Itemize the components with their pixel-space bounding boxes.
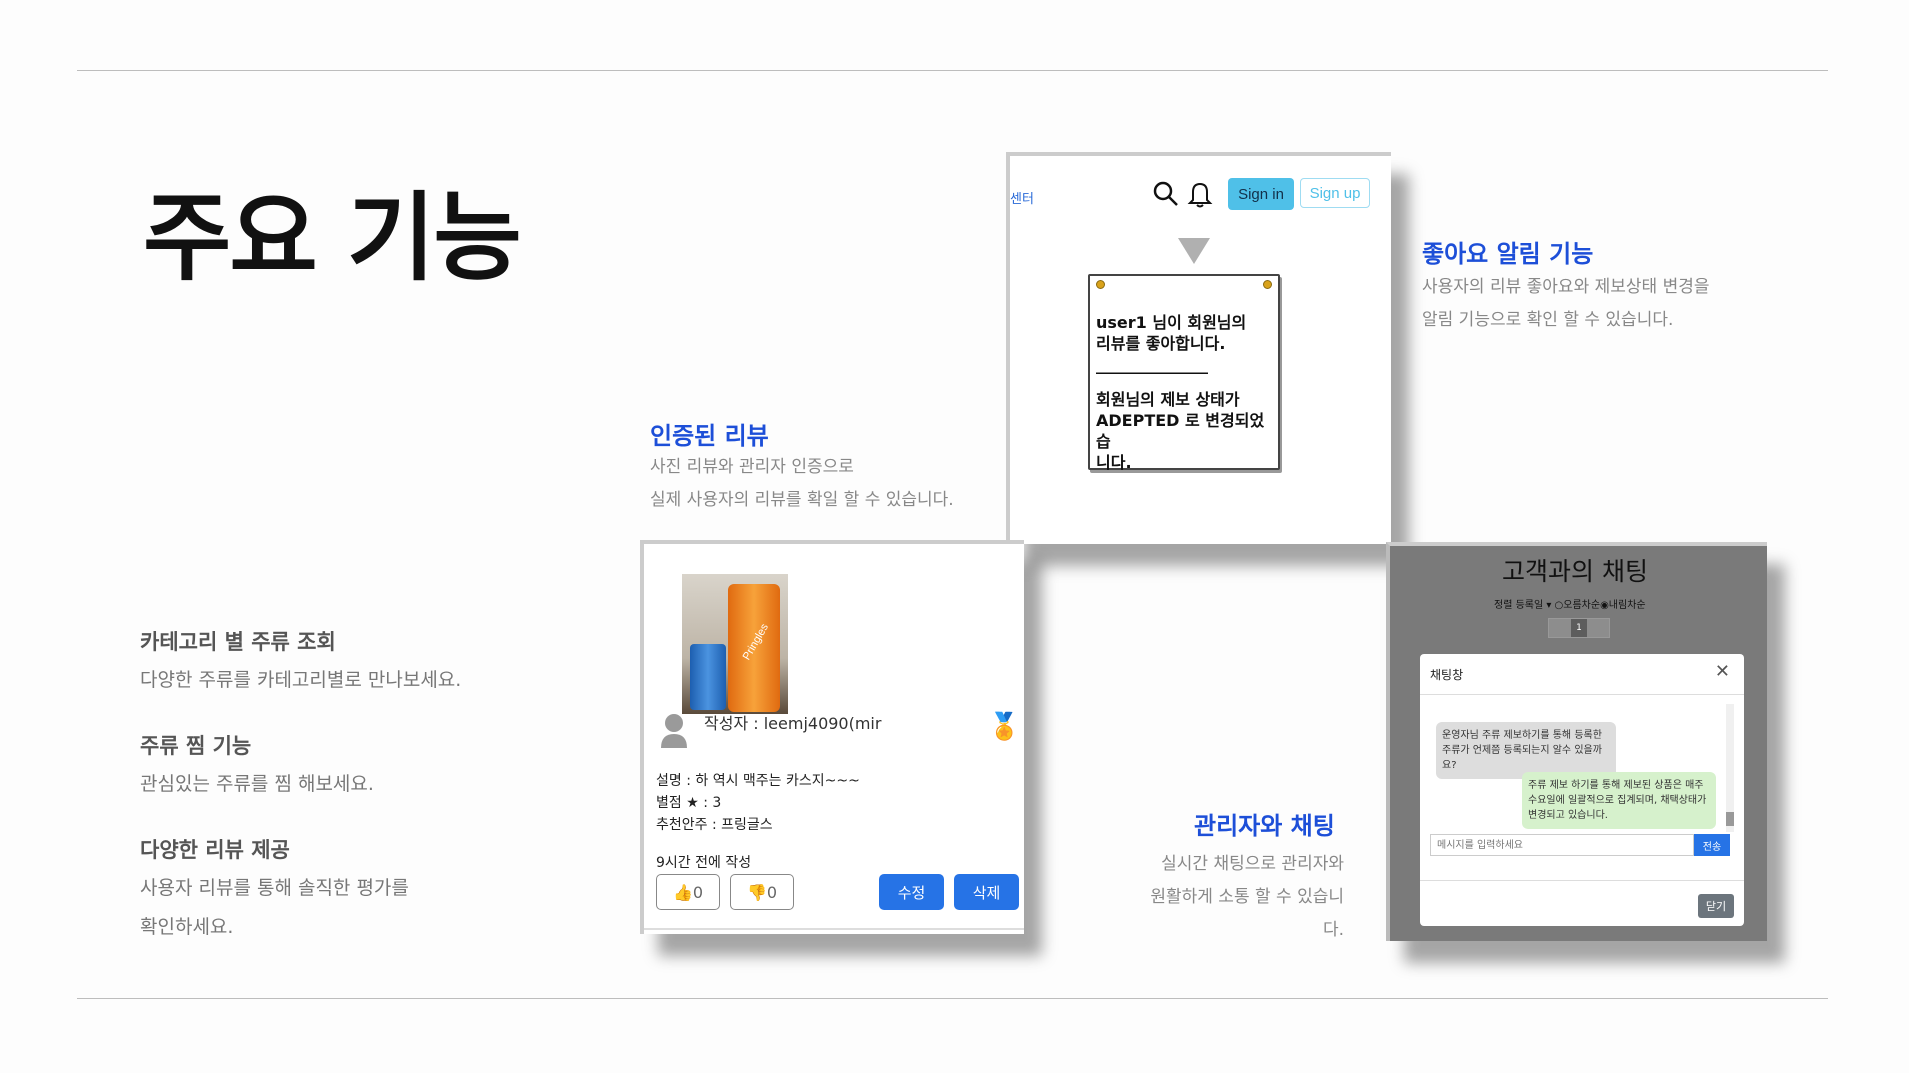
chat-scrollbar[interactable]	[1726, 704, 1734, 832]
modal-header-divider	[1420, 694, 1744, 695]
nav-fragment[interactable]: 센터	[1010, 188, 1034, 207]
pin-icon	[1096, 280, 1105, 289]
user-message-bubble: 운영자님 주류 제보하기를 통해 등록한 주류가 언제쯤 등록되는지 알수 있을…	[1436, 722, 1616, 779]
sort-controls[interactable]: 정렬 등록일 ▾ ○오름차순◉내림차순	[1494, 596, 1646, 611]
search-icon[interactable]	[1152, 180, 1180, 208]
beer-can-image	[690, 644, 726, 710]
chat-page-title: 고객과의 채팅	[1502, 557, 1648, 586]
close-icon[interactable]: ✕	[1709, 660, 1736, 683]
pringles-can-image: Pringles	[728, 584, 780, 712]
like-alert-heading: 좋아요 알림 기능	[1422, 240, 1594, 268]
review-rating: 별점 ★ : 3	[656, 795, 722, 811]
verified-review-heading: 인증된 리뷰	[650, 422, 769, 450]
review-pairing: 추천안주 : 프링글스	[656, 817, 773, 833]
pringles-label: Pringles	[740, 621, 772, 663]
feature-heading: 카테고리 별 주류 조회	[140, 630, 336, 654]
review-description: 설명 : 하 역시 맥주는 카스지~~~	[656, 773, 860, 789]
edit-button[interactable]: 수정	[879, 874, 944, 910]
feature-desc: 사용자 리뷰를 통해 솔직한 평가를 확인하세요.	[140, 877, 409, 938]
admin-chat-heading: 관리자와 채팅	[1194, 812, 1335, 840]
status-notification[interactable]: 회원님의 제보 상태가 ADEPTED 로 변경되었습 니다.	[1096, 389, 1278, 473]
review-time: 9시간 전에 작성	[656, 855, 752, 871]
chat-modal: 채팅창 ✕ 운영자님 주류 제보하기를 통해 등록한 주류가 언제쯤 등록되는지…	[1420, 654, 1744, 926]
page-number[interactable]: 1	[1571, 619, 1587, 637]
review-screenshot: Pringles 작성자 : leemj4090(mir 🏅 설명 : 하 역시…	[640, 540, 1024, 934]
admin-chat-desc: 실시간 채팅으로 관리자와 원활하게 소통 할 수 있습니다.	[1150, 854, 1344, 940]
scrollbar-thumb[interactable]	[1726, 812, 1734, 826]
feature-desc: 관심있는 주류를 찜 해보세요.	[140, 773, 374, 795]
sign-up-button[interactable]: Sign up	[1300, 178, 1370, 208]
bell-icon[interactable]	[1186, 180, 1214, 208]
review-photo: Pringles	[682, 574, 788, 714]
delete-button[interactable]: 삭제	[954, 874, 1019, 910]
sign-in-button[interactable]: Sign in	[1228, 178, 1294, 210]
feature-desc: 다양한 주류를 카테고리별로 만나보세요.	[140, 669, 462, 691]
dislike-count: 0	[766, 882, 778, 902]
page-title: 주요 기능	[143, 182, 522, 294]
notification-screenshot: 센터 Sign in Sign up user1 님이 회원님의 리뷰를 좋아합…	[1006, 152, 1391, 544]
top-divider	[77, 70, 1828, 71]
bottom-divider	[77, 998, 1828, 999]
verified-review-desc: 사진 리뷰와 관리자 인증으로 실제 사용자의 리뷰를 확일 할 수 있습니다.	[650, 457, 954, 510]
dropdown-arrow-icon	[1178, 238, 1210, 264]
message-input[interactable]	[1430, 834, 1694, 856]
close-button[interactable]: 닫기	[1698, 894, 1734, 918]
review-author: 작성자 : leemj4090(mir	[704, 714, 882, 733]
admin-message-bubble: 주류 제보 하기를 통해 제보된 상품은 매주 수요일에 일괄적으로 집계되며,…	[1522, 772, 1716, 829]
dislike-button[interactable]: 👎0	[730, 874, 794, 910]
pagination[interactable]: 1	[1548, 618, 1610, 638]
like-count: 0	[692, 882, 704, 902]
feature-heading: 주류 찜 기능	[140, 734, 252, 758]
like-alert-desc: 사용자의 리뷰 좋아요와 제보상태 변경을 알림 기능으로 확인 할 수 있습니…	[1422, 277, 1710, 330]
verified-medal-icon: 🏅	[988, 712, 1021, 742]
review-divider	[644, 928, 1024, 930]
send-button[interactable]: 전송	[1694, 834, 1730, 856]
pin-icon	[1263, 280, 1272, 289]
feature-heading: 다양한 리뷰 제공	[140, 838, 290, 862]
chat-modal-title: 채팅창	[1430, 668, 1464, 682]
notification-popup: user1 님이 회원님의 리뷰를 좋아합니다. ______________ …	[1088, 274, 1280, 473]
like-notification[interactable]: user1 님이 회원님의 리뷰를 좋아합니다.	[1096, 312, 1278, 354]
like-button[interactable]: 👍0	[656, 874, 720, 910]
chat-screenshot: 고객과의 채팅 정렬 등록일 ▾ ○오름차순◉내림차순 1 채팅창 ✕ 운영자님…	[1386, 542, 1767, 941]
avatar	[660, 712, 688, 748]
modal-footer-divider	[1420, 880, 1744, 881]
notification-divider: ______________	[1096, 355, 1208, 374]
